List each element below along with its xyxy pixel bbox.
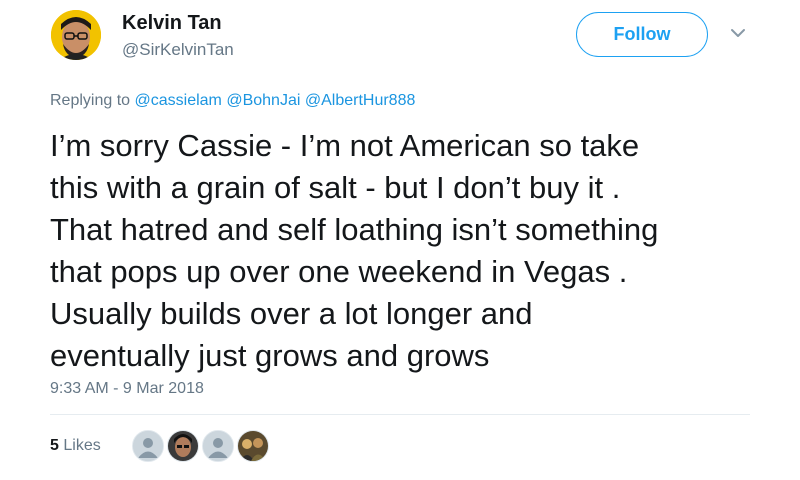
tweet-menu-button[interactable] [728, 26, 748, 40]
likes-number: 5 [50, 437, 59, 454]
likers-avatars [132, 430, 272, 462]
group-photo-avatar-icon [238, 431, 268, 461]
author-avatar[interactable] [51, 10, 101, 60]
mention-link[interactable]: @BohnJai [226, 92, 300, 109]
liker-avatar[interactable] [237, 430, 269, 462]
liker-avatar[interactable] [132, 430, 164, 462]
default-egg-avatar-icon [133, 431, 163, 461]
mention-link[interactable]: @cassielam [135, 92, 222, 109]
likes-label: Likes [63, 437, 101, 454]
tweet-text: I’m sorry Cassie - I’m not American so t… [50, 125, 770, 377]
mention-link[interactable]: @AlbertHur888 [305, 92, 416, 109]
liker-avatar[interactable] [202, 430, 234, 462]
divider [50, 414, 750, 415]
liker-avatar[interactable] [167, 430, 199, 462]
author-name[interactable]: Kelvin Tan [122, 12, 222, 35]
follow-button[interactable]: Follow [576, 12, 708, 57]
tweet-text-line: this with a grain of salt - but I don’t … [50, 170, 621, 205]
tweet-text-line: I’m sorry Cassie - I’m not American so t… [50, 128, 640, 163]
reply-context: Replying to @cassielam @BohnJai @AlbertH… [50, 92, 415, 110]
likes-count[interactable]: 5 Likes [50, 437, 101, 455]
chevron-down-icon [731, 29, 745, 37]
man-glasses-avatar-icon [51, 10, 101, 60]
reply-prefix: Replying to [50, 92, 131, 109]
tweet-text-line: That hatred and self loathing isn’t some… [50, 212, 659, 247]
author-handle[interactable]: @SirKelvinTan [122, 40, 234, 60]
tweet-text-line: eventually just grows and grows [50, 338, 490, 373]
tweet-text-line: that pops up over one weekend in Vegas . [50, 254, 628, 289]
tweet-card: Kelvin Tan @SirKelvinTan Follow Replying… [0, 0, 800, 480]
tweet-timestamp[interactable]: 9:33 AM - 9 Mar 2018 [50, 380, 204, 398]
default-egg-avatar-icon [203, 431, 233, 461]
tweet-text-line: Usually builds over a lot longer and [50, 296, 533, 331]
person-photo-avatar-icon [168, 431, 198, 461]
